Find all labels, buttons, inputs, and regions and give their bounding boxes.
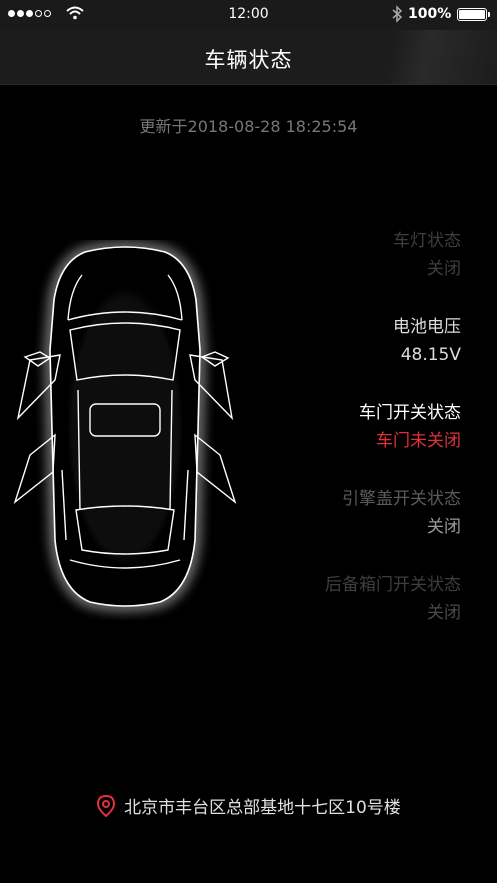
status-label: 引擎盖开关状态 [342,489,461,509]
status-label: 车门开关状态 [359,403,461,423]
location-pin-icon [97,794,116,817]
location-address: 北京市丰台区总部基地十七区10号楼 [124,798,401,818]
status-bar: 12:00 100% [0,0,497,30]
status-trunk: 后备箱门开关状态 关闭 [241,574,461,660]
status-doors: 车门开关状态 车门未关闭 [241,402,461,488]
status-label: 后备箱门开关状态 [325,575,461,595]
page-title: 车辆状态 [204,48,293,72]
status-value: 关闭 [427,517,461,537]
updated-timestamp: 更新于2018-08-28 18:25:54 [139,117,358,136]
car-top-view-icon [13,246,237,607]
battery-percent: 100% [408,6,452,22]
status-value: 关闭 [427,259,461,279]
status-hood: 引擎盖开关状态 关闭 [241,488,461,574]
car-diagram [10,240,250,620]
status-label: 电池电压 [393,317,461,337]
status-value-alert: 车门未关闭 [376,431,461,451]
bluetooth-icon [392,5,403,23]
status-value: 48.15V [400,345,461,365]
status-lights: 车灯状态 关闭 [241,230,461,316]
status-label: 车灯状态 [393,231,461,251]
vehicle-status-list: 车灯状态 关闭 电池电压 48.15V 车门开关状态 车门未关闭 引擎盖开关状态… [241,230,461,660]
battery-icon [457,8,490,21]
status-value: 关闭 [427,603,461,623]
location-row[interactable]: 北京市丰台区总部基地十七区10号楼 [0,793,497,818]
nav-bar: 车辆状态 [0,30,497,85]
status-battery-voltage: 电池电压 48.15V [241,316,461,402]
